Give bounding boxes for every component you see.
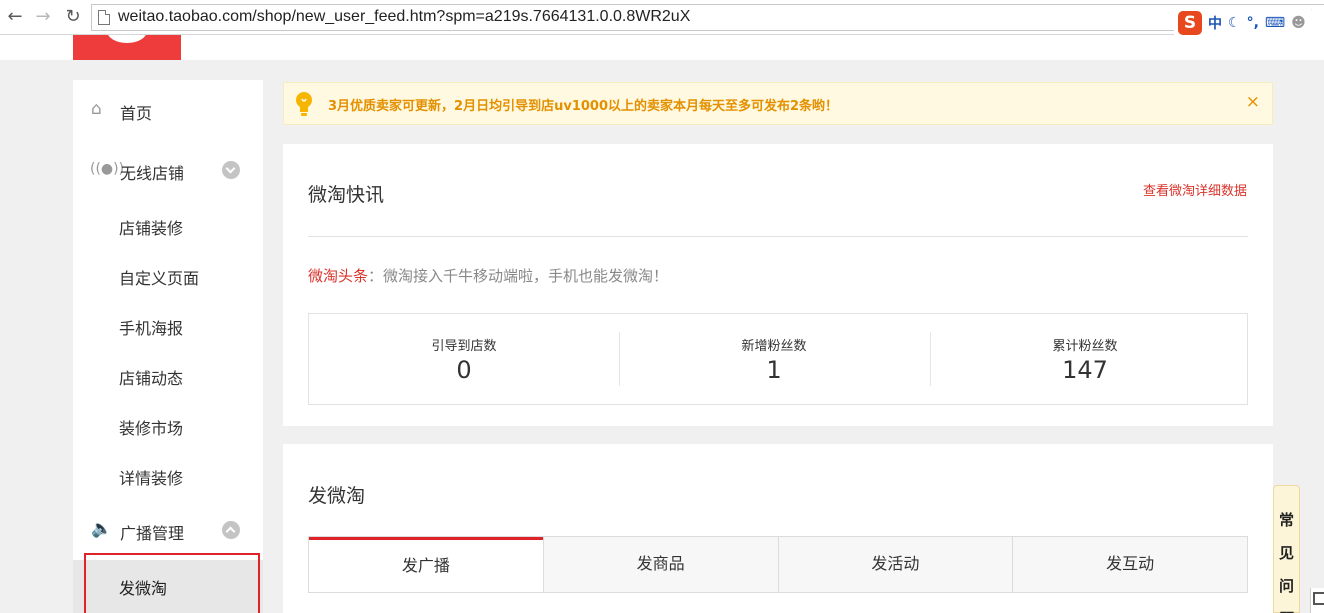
- page-icon: [98, 10, 110, 25]
- speaker-icon: 🔈: [91, 519, 113, 539]
- keyboard-icon[interactable]: ⌨: [1265, 15, 1285, 31]
- moon-icon[interactable]: ☾: [1228, 15, 1241, 31]
- sidebar-item-label: 详情装修: [119, 469, 184, 488]
- address-bar[interactable]: weitao.taobao.com/shop/new_user_feed.htm…: [91, 4, 1324, 31]
- ime-toolbar: S 中 ☾ °, ⌨ ☻: [1174, 10, 1324, 36]
- home-icon: ⌂: [91, 99, 102, 119]
- notice-banner: 3月优质卖家可更新，2月日均引导到店uv1000以上的卖家本月每天至多可发布2条…: [283, 82, 1273, 125]
- sidebar-item-shop-updates[interactable]: 店铺动态: [73, 350, 263, 400]
- sidebar: ⌂ 首页 ((●)) 无线店铺 店铺装修 自定义页面 手机海报 店铺动态 装修市…: [73, 80, 263, 613]
- stat-new-fans: 新增粉丝数 1: [619, 314, 929, 404]
- stat-label: 累计粉丝数: [1052, 339, 1118, 354]
- site-logo[interactable]: [73, 35, 181, 60]
- forward-arrow-icon[interactable]: →: [32, 6, 54, 28]
- stat-value: 0: [456, 356, 472, 384]
- faq-float-button[interactable]: 常 见 问 题: [1273, 485, 1300, 613]
- stat-label: 引导到店数: [431, 339, 497, 354]
- sidebar-item-label: 店铺动态: [119, 369, 184, 388]
- sidebar-item-label: 装修市场: [119, 419, 184, 438]
- faq-char: 见: [1278, 544, 1294, 562]
- sidebar-item-wireless-shop[interactable]: ((●)) 无线店铺: [73, 145, 263, 195]
- notice-text: 3月优质卖家可更新，2月日均引导到店uv1000以上的卖家本月每天至多可发布2条…: [328, 99, 839, 114]
- sidebar-item-label: 手机海报: [119, 319, 184, 338]
- weitao-news-card: 微淘快讯 查看微淘详细数据 微淘头条：微淘接入千牛移动端啦，手机也能发微淘！ 引…: [283, 144, 1273, 426]
- lightbulb-icon: [296, 92, 312, 116]
- sidebar-item-label: 广播管理: [120, 524, 185, 543]
- url-text[interactable]: weitao.taobao.com/shop/new_user_feed.htm…: [118, 8, 690, 26]
- faq-char: 题: [1274, 603, 1299, 613]
- view-details-link[interactable]: 查看微淘详细数据: [1143, 180, 1247, 199]
- stat-label: 新增粉丝数: [741, 339, 807, 354]
- chevron-up-icon[interactable]: [222, 521, 240, 539]
- post-weitao-card: 发微淘 发广播 发商品 发活动 发互动: [283, 444, 1273, 613]
- faq-char: 常: [1278, 511, 1294, 529]
- close-icon[interactable]: ×: [1246, 92, 1260, 112]
- sidebar-item-broadcast[interactable]: 🔈 广播管理: [73, 505, 263, 555]
- sidebar-item-label: 无线店铺: [120, 164, 185, 183]
- sidebar-item-detail-decoration[interactable]: 详情装修: [73, 450, 263, 500]
- sidebar-item-mobile-poster[interactable]: 手机海报: [73, 300, 263, 350]
- stats-panel: 引导到店数 0 新增粉丝数 1 累计粉丝数 147: [308, 313, 1248, 405]
- card-title: 微淘快讯: [308, 184, 385, 206]
- sidebar-item-custom-page[interactable]: 自定义页面: [73, 250, 263, 300]
- headline: 微淘头条：微淘接入千牛移动端啦，手机也能发微淘！: [308, 265, 668, 286]
- stat-store-visits: 引导到店数 0: [309, 314, 619, 404]
- signal-icon: ((●)): [90, 161, 125, 177]
- tab-broadcast[interactable]: 发广播: [309, 537, 543, 592]
- chevron-down-icon[interactable]: [222, 161, 240, 179]
- sidebar-item-post-weitao[interactable]: 发微淘: [73, 560, 263, 613]
- sidebar-item-label: 发微淘: [119, 579, 168, 598]
- faq-char: 问: [1278, 577, 1294, 595]
- ime-lang-toggle[interactable]: 中: [1208, 13, 1222, 33]
- reload-icon[interactable]: ↻: [62, 6, 84, 28]
- tab-activity[interactable]: 发活动: [777, 537, 1013, 592]
- sidebar-item-label: 店铺装修: [119, 219, 184, 238]
- stat-value: 147: [1062, 356, 1108, 384]
- sidebar-item-label: 自定义页面: [119, 269, 200, 288]
- headline-text: ：微淘接入千牛移动端啦，手机也能发微淘！: [368, 267, 669, 285]
- sidebar-item-home[interactable]: ⌂ 首页: [73, 85, 263, 135]
- site-header: [0, 35, 1324, 60]
- browser-toolbar: ← → ↻ weitao.taobao.com/shop/new_user_fe…: [0, 0, 1324, 35]
- headline-tag[interactable]: 微淘头条: [308, 267, 368, 285]
- user-icon[interactable]: ☻: [1291, 15, 1306, 31]
- tab-product[interactable]: 发商品: [542, 537, 778, 592]
- back-arrow-icon[interactable]: ←: [4, 6, 26, 28]
- stat-value: 1: [766, 356, 782, 384]
- stat-total-fans: 累计粉丝数 147: [930, 314, 1240, 404]
- sidebar-item-label: 首页: [120, 104, 153, 123]
- qr-code-icon[interactable]: [1310, 588, 1324, 613]
- sogou-ime-icon[interactable]: S: [1178, 11, 1202, 35]
- card-title: 发微淘: [308, 485, 366, 507]
- divider: [308, 236, 1248, 237]
- tab-interaction[interactable]: 发互动: [1012, 537, 1247, 592]
- sidebar-item-decoration-market[interactable]: 装修市场: [73, 400, 263, 450]
- sidebar-item-shop-decoration[interactable]: 店铺装修: [73, 200, 263, 250]
- post-type-tabs: 发广播 发商品 发活动 发互动: [308, 536, 1248, 593]
- punctuation-icon[interactable]: °,: [1247, 15, 1259, 31]
